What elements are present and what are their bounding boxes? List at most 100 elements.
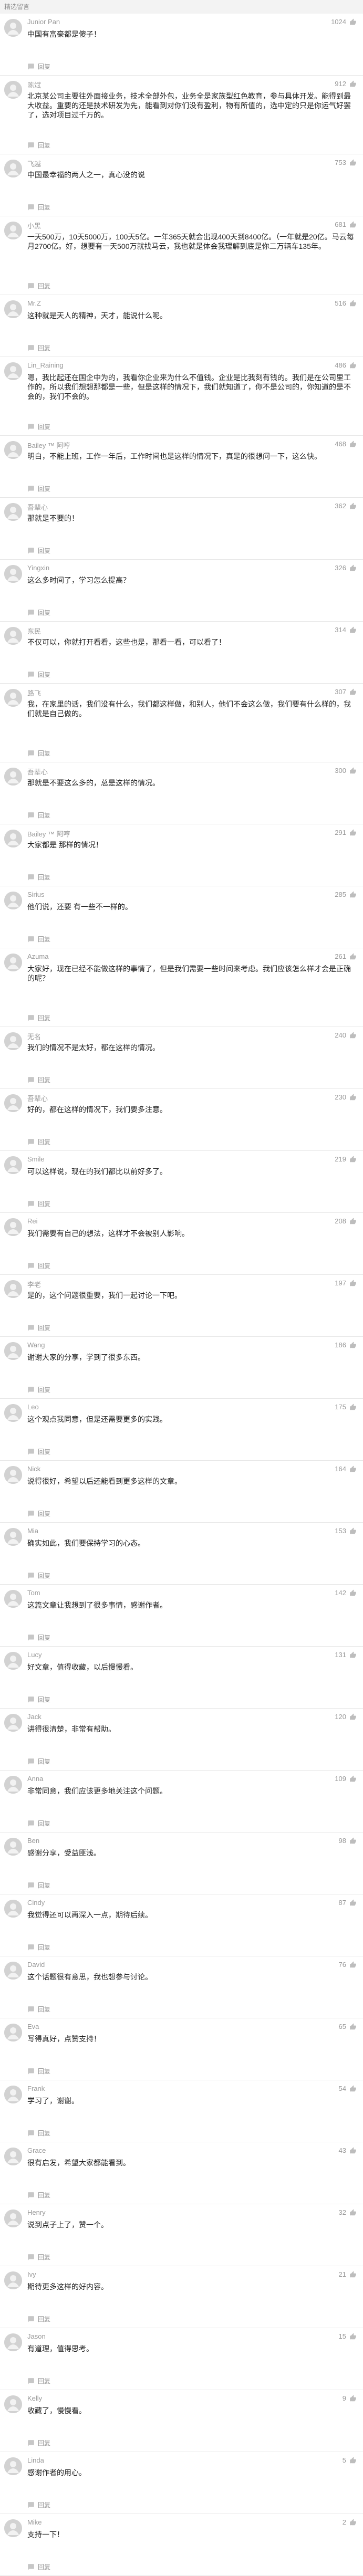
reply-label[interactable]: 回复	[38, 1757, 50, 1766]
reply-icon[interactable]	[27, 1696, 35, 1703]
comment-username[interactable]: Lucy	[27, 1651, 42, 1659]
reply-label[interactable]: 回复	[38, 1571, 50, 1580]
like-count[interactable]: 109	[335, 1775, 357, 1783]
reply-icon[interactable]	[27, 1014, 35, 1022]
like-count[interactable]: 219	[335, 1155, 357, 1163]
reply-icon[interactable]	[27, 2439, 35, 2447]
thumbs-up-icon[interactable]	[349, 1837, 357, 1845]
avatar[interactable]	[4, 19, 22, 37]
avatar[interactable]	[4, 2086, 22, 2103]
reply-label[interactable]: 回复	[38, 2005, 50, 2014]
reply-button[interactable]: 回复	[27, 546, 50, 555]
thumbs-up-icon[interactable]	[349, 362, 357, 369]
like-count[interactable]: 314	[335, 626, 357, 634]
reply-button[interactable]: 回复	[27, 1819, 50, 1828]
reply-button[interactable]: 回复	[27, 670, 50, 679]
reply-label[interactable]: 回复	[38, 2500, 50, 2509]
reply-icon[interactable]	[27, 1510, 35, 1517]
avatar[interactable]	[4, 222, 22, 239]
avatar[interactable]	[4, 2271, 22, 2289]
avatar[interactable]	[4, 1032, 22, 1050]
thumbs-up-icon[interactable]	[349, 1465, 357, 1473]
like-count[interactable]: 197	[335, 1279, 357, 1287]
like-count[interactable]: 5	[343, 2456, 357, 2464]
reply-icon[interactable]	[27, 63, 35, 70]
reply-label[interactable]: 回复	[38, 749, 50, 758]
thumbs-up-icon[interactable]	[349, 300, 357, 307]
avatar[interactable]	[4, 768, 22, 786]
avatar[interactable]	[4, 1776, 22, 1794]
thumbs-up-icon[interactable]	[349, 1156, 357, 1163]
reply-icon[interactable]	[27, 2254, 35, 2261]
like-count[interactable]: 9	[343, 2394, 357, 2402]
like-count[interactable]: 120	[335, 1713, 357, 1721]
avatar[interactable]	[4, 2395, 22, 2413]
reply-button[interactable]: 回复	[27, 141, 50, 150]
reply-button[interactable]: 回复	[27, 2315, 50, 2323]
avatar[interactable]	[4, 1218, 22, 1236]
reply-button[interactable]: 回复	[27, 1323, 50, 1332]
reply-label[interactable]: 回复	[38, 2191, 50, 2200]
comment-username[interactable]: Bailey ™ 阿哼	[27, 829, 70, 839]
reply-button[interactable]: 回复	[27, 1943, 50, 1952]
like-count[interactable]: 300	[335, 767, 357, 774]
like-count[interactable]: 240	[335, 1031, 357, 1039]
thumbs-up-icon[interactable]	[349, 1775, 357, 1783]
reply-button[interactable]: 回复	[27, 749, 50, 758]
like-count[interactable]: 87	[339, 1899, 357, 1907]
reply-icon[interactable]	[27, 423, 35, 431]
comment-username[interactable]: Mike	[27, 2518, 42, 2526]
comment-username[interactable]: 吾辈心	[27, 502, 48, 512]
comment-username[interactable]: 吾辈心	[27, 1093, 48, 1103]
thumbs-up-icon[interactable]	[349, 1094, 357, 1101]
avatar[interactable]	[4, 1342, 22, 1360]
reply-icon[interactable]	[27, 2192, 35, 2199]
thumbs-up-icon[interactable]	[349, 1899, 357, 1907]
reply-icon[interactable]	[27, 1820, 35, 1827]
reply-icon[interactable]	[27, 142, 35, 149]
reply-icon[interactable]	[27, 1758, 35, 1765]
reply-label[interactable]: 回复	[38, 2315, 50, 2323]
reply-label[interactable]: 回复	[38, 1075, 50, 1084]
reply-label[interactable]: 回复	[38, 546, 50, 555]
reply-button[interactable]: 回复	[27, 422, 50, 431]
reply-button[interactable]: 回复	[27, 1695, 50, 1704]
thumbs-up-icon[interactable]	[349, 2519, 357, 2526]
reply-icon[interactable]	[27, 1324, 35, 1332]
avatar[interactable]	[4, 160, 22, 177]
thumbs-up-icon[interactable]	[349, 2147, 357, 2154]
avatar[interactable]	[4, 1156, 22, 1174]
reply-icon[interactable]	[27, 1200, 35, 1208]
avatar[interactable]	[4, 1900, 22, 1918]
avatar[interactable]	[4, 830, 22, 847]
reply-button[interactable]: 回复	[27, 203, 50, 212]
thumbs-up-icon[interactable]	[349, 441, 357, 448]
reply-button[interactable]: 回复	[27, 2500, 50, 2509]
reply-button[interactable]: 回复	[27, 2438, 50, 2447]
reply-icon[interactable]	[27, 2378, 35, 2385]
reply-icon[interactable]	[27, 812, 35, 819]
reply-button[interactable]: 回复	[27, 935, 50, 944]
thumbs-up-icon[interactable]	[349, 564, 357, 572]
thumbs-up-icon[interactable]	[349, 159, 357, 166]
reply-label[interactable]: 回复	[38, 281, 50, 290]
reply-button[interactable]: 回复	[27, 1013, 50, 1022]
reply-label[interactable]: 回复	[38, 1695, 50, 1704]
reply-button[interactable]: 回复	[27, 873, 50, 882]
avatar[interactable]	[4, 503, 22, 521]
avatar[interactable]	[4, 1094, 22, 1112]
avatar[interactable]	[4, 565, 22, 583]
reply-button[interactable]: 回复	[27, 811, 50, 820]
reply-icon[interactable]	[27, 1944, 35, 1951]
reply-button[interactable]: 回复	[27, 281, 50, 290]
reply-button[interactable]: 回复	[27, 1075, 50, 1084]
comment-username[interactable]: 小黑	[27, 221, 41, 231]
avatar[interactable]	[4, 892, 22, 909]
thumbs-up-icon[interactable]	[349, 1404, 357, 1411]
like-count[interactable]: 326	[335, 564, 357, 572]
thumbs-up-icon[interactable]	[349, 829, 357, 836]
reply-label[interactable]: 回复	[38, 670, 50, 679]
reply-label[interactable]: 回复	[38, 1323, 50, 1332]
reply-label[interactable]: 回复	[38, 873, 50, 882]
like-count[interactable]: 208	[335, 1217, 357, 1225]
